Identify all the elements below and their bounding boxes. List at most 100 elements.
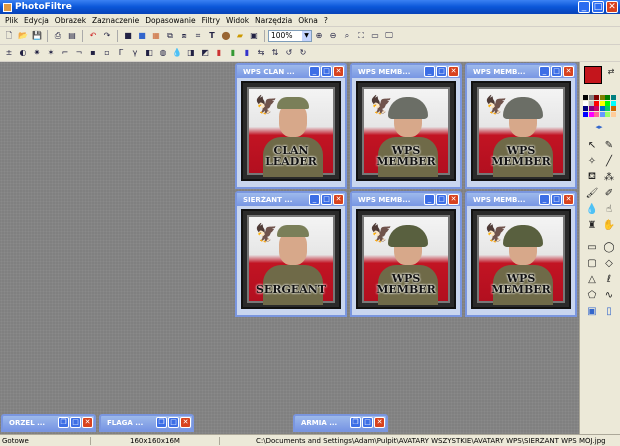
flip-horizontal-icon[interactable]: ⇆: [256, 48, 267, 59]
minimized-window[interactable]: ORZEL ... ❐ □ ✕: [1, 414, 96, 432]
save-icon[interactable]: 💾: [32, 31, 43, 42]
hand-icon[interactable]: ✋: [602, 218, 616, 232]
palette-icon[interactable]: ▦: [151, 31, 162, 42]
clone-stamp-icon[interactable]: ♜: [585, 218, 599, 232]
gamma-up-icon[interactable]: Γ: [116, 48, 127, 59]
zoom-select[interactable]: 100% ▼: [268, 30, 312, 42]
image-window-titlebar[interactable]: WPS CLAN ... _ □ ✕: [237, 65, 345, 78]
image-window-titlebar[interactable]: WPS MEMB... _ □ ✕: [352, 65, 460, 78]
brightness-down-icon[interactable]: ✶: [46, 48, 57, 59]
color-balance-icon[interactable]: ▮: [228, 48, 239, 59]
color-palette[interactable]: [583, 95, 617, 117]
monitor-icon[interactable]: 🖵: [384, 31, 395, 42]
minimize-button[interactable]: _: [539, 66, 550, 77]
menu-file[interactable]: Plik: [2, 16, 21, 25]
close-button[interactable]: ✕: [606, 1, 618, 13]
maximize-button[interactable]: □: [321, 66, 332, 77]
sepia-icon[interactable]: ◩: [200, 48, 211, 59]
close-button[interactable]: ✕: [374, 417, 385, 428]
advanced-brush-icon[interactable]: ✐: [602, 186, 616, 200]
restore-button[interactable]: ❐: [350, 417, 361, 428]
rotate-left-icon[interactable]: ↺: [284, 48, 295, 59]
menu-filters[interactable]: Filtry: [199, 16, 223, 25]
close-button[interactable]: ✕: [180, 417, 191, 428]
close-button[interactable]: ✕: [82, 417, 93, 428]
image-window-titlebar[interactable]: WPS MEMB... _ □ ✕: [352, 193, 460, 206]
image-window[interactable]: WPS MEMB... _ □ ✕ 🦅 WPS MEMBER: [465, 63, 577, 189]
saturation-up-icon[interactable]: ▪: [88, 48, 99, 59]
greyscale-icon[interactable]: ◨: [186, 48, 197, 59]
levels-icon[interactable]: ▮: [214, 48, 225, 59]
text-icon[interactable]: T: [207, 31, 218, 42]
new-icon[interactable]: 🗋: [4, 31, 15, 42]
zoom-in-icon[interactable]: ⊕: [314, 31, 325, 42]
maximize-button[interactable]: □: [70, 417, 81, 428]
blur-drop-icon[interactable]: 💧: [585, 202, 599, 216]
image-window[interactable]: WPS MEMB... _ □ ✕ 🦅 WPS MEMBER: [465, 191, 577, 317]
rotate-right-icon[interactable]: ↻: [298, 48, 309, 59]
restore-button[interactable]: ❐: [58, 417, 69, 428]
undo-icon[interactable]: ↶: [88, 31, 99, 42]
menu-selection[interactable]: Zaznaczenie: [89, 16, 142, 25]
line-icon[interactable]: ╱: [602, 154, 616, 168]
rounded-rect-icon[interactable]: ▢: [585, 256, 599, 270]
swap-colors-icon[interactable]: ⇄: [604, 64, 618, 78]
maximize-button[interactable]: □: [551, 194, 562, 205]
minimized-window[interactable]: FLAGA ... ❐ □ ✕: [99, 414, 194, 432]
minimize-button[interactable]: _: [309, 194, 320, 205]
redo-icon[interactable]: ↷: [102, 31, 113, 42]
print-icon[interactable]: ⎙: [53, 31, 64, 42]
paste-icon[interactable]: ⧈: [179, 31, 190, 42]
contrast-down-icon[interactable]: ¬: [74, 48, 85, 59]
menu-windows[interactable]: Okna: [295, 16, 321, 25]
eyedropper-icon[interactable]: ✎: [602, 138, 616, 152]
maximize-button[interactable]: □: [436, 194, 447, 205]
maximize-button[interactable]: □: [362, 417, 373, 428]
maximize-button[interactable]: □: [436, 66, 447, 77]
triangle-shape-icon[interactable]: △: [585, 272, 599, 286]
menu-image[interactable]: Obrazek: [52, 16, 89, 25]
maximize-button[interactable]: □: [592, 1, 604, 13]
zoom-actual-icon[interactable]: ⌕: [342, 31, 353, 42]
water-drop-icon[interactable]: 💧: [172, 48, 183, 59]
selection-arrow-icon[interactable]: ↖: [585, 138, 599, 152]
full-screen-icon[interactable]: ▭: [370, 31, 381, 42]
image-icon[interactable]: ▣: [249, 31, 260, 42]
color-square-icon[interactable]: ■: [137, 31, 148, 42]
open-icon[interactable]: 📂: [18, 31, 29, 42]
lasso-icon[interactable]: ℓ: [602, 272, 616, 286]
selection-options-icon[interactable]: ▯: [602, 304, 616, 318]
ellipse-shape-icon[interactable]: ◯: [602, 240, 616, 254]
brightness-up-icon[interactable]: ✷: [32, 48, 43, 59]
close-button[interactable]: ✕: [448, 66, 459, 77]
scan-icon[interactable]: ▤: [67, 31, 78, 42]
close-button[interactable]: ✕: [563, 194, 574, 205]
selection-mode-icon[interactable]: ▣: [585, 304, 599, 318]
fit-window-icon[interactable]: ⛶: [356, 31, 367, 42]
auto-contrast-icon[interactable]: ◐: [18, 48, 29, 59]
maximize-button[interactable]: □: [168, 417, 179, 428]
maximize-button[interactable]: □: [551, 66, 562, 77]
zoom-out-icon[interactable]: ⊖: [328, 31, 339, 42]
fill-bucket-icon[interactable]: ⛾: [585, 170, 599, 184]
copy-icon[interactable]: ⧉: [165, 31, 176, 42]
close-button[interactable]: ✕: [333, 66, 344, 77]
minimize-button[interactable]: _: [424, 66, 435, 77]
saturation-down-icon[interactable]: ▫: [102, 48, 113, 59]
folder-icon[interactable]: ▰: [235, 31, 246, 42]
grey-square-icon[interactable]: ■: [123, 31, 134, 42]
minimize-button[interactable]: _: [539, 194, 550, 205]
menu-view[interactable]: Widok: [223, 16, 252, 25]
hue-icon[interactable]: ▮: [242, 48, 253, 59]
smudge-icon[interactable]: ☝: [602, 202, 616, 216]
contrast-up-icon[interactable]: ⌐: [60, 48, 71, 59]
image-window[interactable]: WPS MEMB... _ □ ✕ 🦅 WPS MEMBER: [350, 191, 462, 317]
minimized-window[interactable]: ARMIA ... ❐ □ ✕: [293, 414, 388, 432]
spray-icon[interactable]: ⁂: [602, 170, 616, 184]
image-window-titlebar[interactable]: WPS MEMB... _ □ ✕: [467, 65, 575, 78]
image-window-titlebar[interactable]: WPS MEMB... _ □ ✕: [467, 193, 575, 206]
auto-level-icon[interactable]: ±: [4, 48, 15, 59]
close-button[interactable]: ✕: [563, 66, 574, 77]
flip-vertical-icon[interactable]: ⇅: [270, 48, 281, 59]
diamond-shape-icon[interactable]: ◇: [602, 256, 616, 270]
